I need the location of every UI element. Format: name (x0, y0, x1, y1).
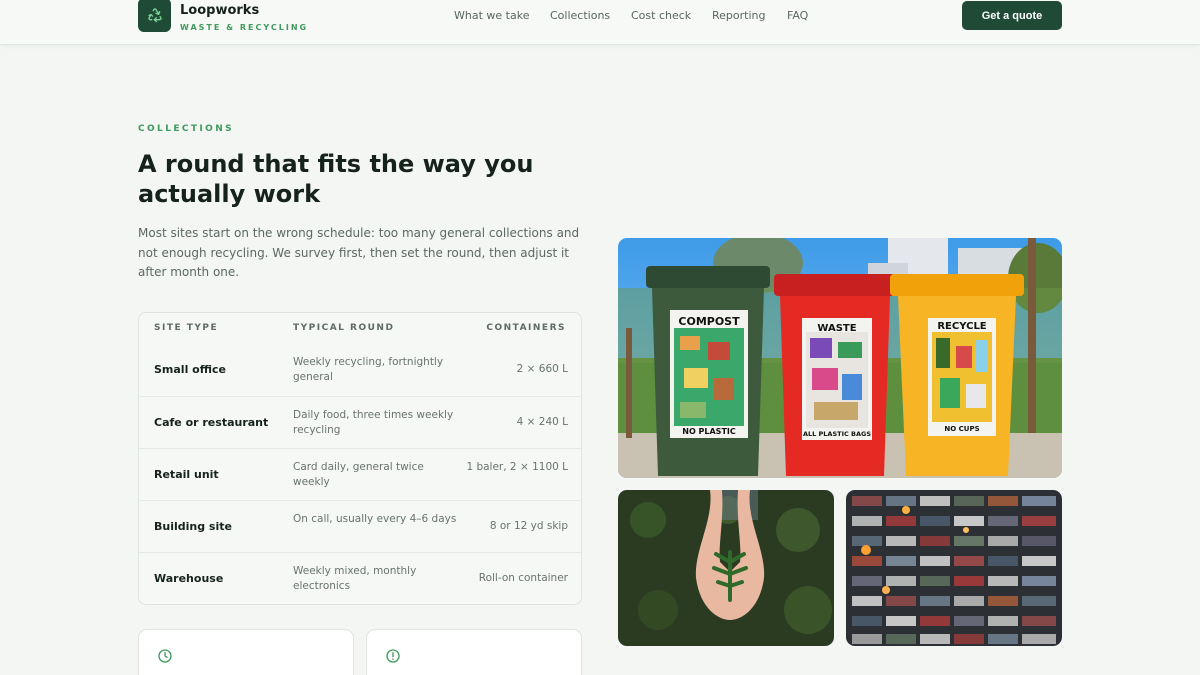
compost-bin-label: COMPOST (678, 315, 740, 328)
nav-item-cost-check[interactable]: Cost check (631, 9, 691, 22)
site-type-cell: Cafe or restaurant (154, 416, 269, 429)
containers-cell: 4 × 240 L (516, 416, 568, 428)
container-yard-illustration (846, 490, 1062, 646)
column-header-containers: CONTAINERS (486, 323, 566, 333)
info-card (366, 629, 582, 675)
alert-circle-icon (386, 649, 400, 663)
table-row: Small office Weekly recycling, fortnight… (139, 344, 581, 396)
get-a-quote-button[interactable]: Get a quote (962, 1, 1062, 30)
round-cell: Card daily, general twice weekly (293, 461, 424, 488)
site-type-cell: Building site (154, 520, 232, 533)
table-row: Building site On call, usually every 4–6… (139, 500, 581, 552)
site-type-cell: Retail unit (154, 468, 219, 481)
recycle-icon (147, 8, 162, 23)
containers-cell: Roll-on container (478, 572, 568, 584)
info-card (138, 629, 354, 675)
photo-container-yard (846, 490, 1062, 646)
column-header-site-type: SITE TYPE (154, 323, 219, 333)
nav-item-collections[interactable]: Collections (550, 9, 610, 22)
page-title: A round that fits the way you actually w… (138, 150, 534, 208)
nav-item-what-we-take[interactable]: What we take (454, 9, 529, 22)
containers-cell: 8 or 12 yd skip (489, 520, 568, 532)
recycle-bin-label: RECYCLE (937, 321, 986, 332)
collections-table: SITE TYPE TYPICAL ROUND CONTAINERS Small… (138, 312, 582, 605)
round-cell: Weekly mixed, monthly electronics (293, 565, 417, 592)
round-cell: On call, usually every 4–6 days (293, 513, 457, 525)
site-type-cell: Warehouse (154, 572, 224, 585)
recycle-bin-footer: NO CUPS (944, 425, 979, 433)
brand-name[interactable]: Loopworks (180, 3, 259, 18)
intro-paragraph: Most sites start on the wrong schedule: … (138, 226, 580, 279)
round-cell: Weekly recycling, fortnightly general (293, 356, 444, 383)
compost-bin-footer: NO PLASTIC (682, 427, 736, 436)
nav-item-reporting[interactable]: Reporting (712, 9, 765, 22)
waste-bin-footer: ALL PLASTIC BAGS (803, 430, 871, 438)
site-type-cell: Small office (154, 363, 226, 376)
photo-hands-holding-plant (618, 490, 834, 646)
section-eyebrow: COLLECTIONS (138, 124, 235, 134)
clock-icon (158, 649, 172, 663)
round-cell: Daily food, three times weekly recycling (293, 409, 454, 436)
containers-cell: 2 × 660 L (516, 363, 568, 375)
table-row: Retail unit Card daily, general twice we… (139, 448, 581, 500)
bins-illustration: COMPOST NO PLASTIC WASTE ALL PLASTIC BAG… (618, 238, 1062, 478)
table-row: Warehouse Weekly mixed, monthly electron… (139, 552, 581, 604)
brand-tagline: WASTE & RECYCLING (180, 23, 309, 32)
table-row: Cafe or restaurant Daily food, three tim… (139, 396, 581, 448)
waste-bin-label: WASTE (817, 323, 856, 334)
column-header-typical-round: TYPICAL ROUND (293, 323, 395, 333)
containers-cell: 1 baler, 2 × 1100 L (466, 461, 568, 473)
hands-illustration (618, 490, 834, 646)
photo-wheelie-bins: COMPOST NO PLASTIC WASTE ALL PLASTIC BAG… (618, 238, 1062, 478)
site-header: Loopworks WASTE & RECYCLING What we take… (0, 0, 1200, 45)
nav-item-faq[interactable]: FAQ (787, 9, 808, 22)
logo[interactable] (138, 0, 171, 32)
